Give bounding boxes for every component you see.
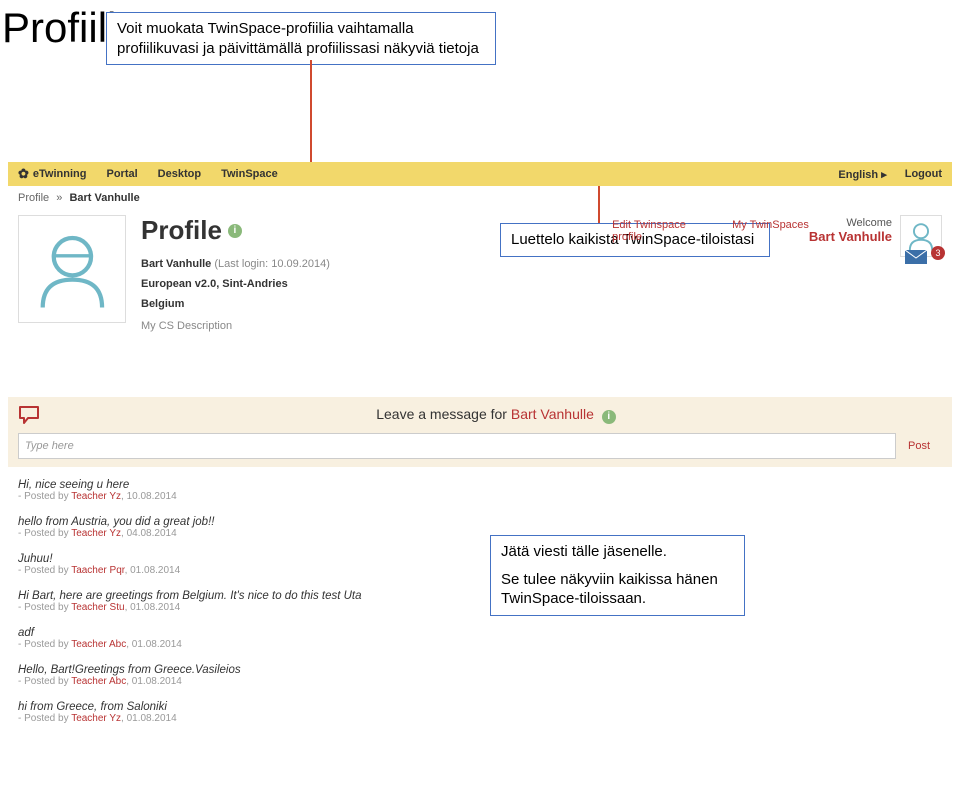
profile-name: Bart Vanhulle (141, 258, 211, 270)
message-text: Hi Bart, here are greetings from Belgium… (18, 590, 942, 602)
message-item: hello from Austria, you did a great job!… (18, 509, 942, 546)
message-date: 01.08.2014 (127, 713, 177, 724)
message-author[interactable]: Teacher Abc (71, 639, 126, 650)
nav-portal[interactable]: Portal (106, 168, 137, 180)
message-author[interactable]: Teacher Yz (71, 713, 121, 724)
welcome-name[interactable]: Bart Vanhulle (809, 229, 892, 244)
welcome-label: Welcome (809, 217, 892, 229)
breadcrumb-sep: » (52, 192, 66, 204)
message-date: 01.08.2014 (132, 676, 182, 687)
speech-bubble-icon (18, 405, 40, 425)
message-meta: - Posted by Teacher Abc, 01.08.2014 (18, 639, 942, 650)
profile-school: European v2.0, Sint-Andries (141, 278, 288, 290)
mail-icon[interactable] (905, 250, 927, 264)
message-meta: - Posted by Teacher Yz, 01.08.2014 (18, 713, 942, 724)
message-author[interactable]: Teacher Yz (71, 491, 121, 502)
message-text: hi from Greece, from Saloniki (18, 701, 942, 713)
messages-list: Hi, nice seeing u here- Posted by Teache… (8, 467, 952, 736)
message-item: Hello, Bart!Greetings from Greece.Vasile… (18, 657, 942, 694)
notification-badge[interactable]: 3 (931, 246, 945, 260)
message-text: hello from Austria, you did a great job!… (18, 516, 942, 528)
message-author[interactable]: Teacher Yz (71, 528, 121, 539)
message-item: adf- Posted by Teacher Abc, 01.08.2014 (18, 620, 942, 657)
breadcrumb-current: Bart Vanhulle (69, 192, 139, 204)
message-meta: - Posted by Taacher Pqr, 01.08.2014 (18, 565, 942, 576)
avatar-large (18, 215, 126, 323)
message-item: Hi Bart, here are greetings from Belgium… (18, 583, 942, 620)
welcome-block: Welcome Bart Vanhulle (809, 215, 892, 244)
message-date: 10.08.2014 (127, 491, 177, 502)
topnav: Portal Desktop TwinSpace (106, 168, 277, 180)
message-recipient: Bart Vanhulle (511, 406, 594, 422)
message-date: 04.08.2014 (127, 528, 177, 539)
annotation-edit-profile: Voit muokata TwinSpace-profiilia vaihtam… (106, 12, 496, 65)
breadcrumb: Profile » Bart Vanhulle (8, 186, 952, 210)
message-date: 01.08.2014 (130, 602, 180, 613)
profile-info: Profile i Bart Vanhulle (Last login: 10.… (126, 215, 612, 332)
message-meta: - Posted by Teacher Abc, 01.08.2014 (18, 676, 942, 687)
my-twinspaces-link[interactable]: My TwinSpaces (732, 219, 809, 243)
message-item: Hi, nice seeing u here- Posted by Teache… (18, 472, 942, 509)
logout-link[interactable]: Logout (905, 168, 942, 180)
edit-twinspace-profile-link[interactable]: Edit Twinspace profile (612, 219, 702, 243)
message-meta: - Posted by Teacher Stu, 01.08.2014 (18, 602, 942, 613)
message-item: hi from Greece, from Saloniki- Posted by… (18, 694, 942, 731)
topbar: ✿ eTwinning Portal Desktop TwinSpace Eng… (8, 162, 952, 186)
message-date: 01.08.2014 (130, 565, 180, 576)
profile-links: Edit Twinspace profile My TwinSpaces (612, 215, 809, 243)
lang-selector[interactable]: English ▸ (838, 168, 886, 181)
chevron-right-icon: ▸ (881, 169, 887, 181)
annotation-line-1 (310, 60, 312, 178)
message-text: adf (18, 627, 942, 639)
message-author[interactable]: Taacher Pqr (71, 565, 124, 576)
avatar-icon (30, 227, 115, 312)
profile-description: My CS Description (141, 320, 597, 332)
message-author[interactable]: Teacher Stu (71, 602, 124, 613)
message-author[interactable]: Teacher Abc (71, 676, 126, 687)
message-item: Juhuu!- Posted by Taacher Pqr, 01.08.201… (18, 546, 942, 583)
breadcrumb-profile[interactable]: Profile (18, 192, 49, 204)
message-text: Hi, nice seeing u here (18, 479, 942, 491)
avatar-small[interactable]: 3 (900, 215, 942, 257)
app-frame: ✿ eTwinning Portal Desktop TwinSpace Eng… (8, 162, 952, 736)
message-meta: - Posted by Teacher Yz, 04.08.2014 (18, 528, 942, 539)
message-text: Hello, Bart!Greetings from Greece.Vasile… (18, 664, 942, 676)
brand-text: eTwinning (33, 168, 87, 180)
message-meta: - Posted by Teacher Yz, 10.08.2014 (18, 491, 942, 502)
message-prompt: Leave a message for (376, 406, 511, 422)
profile-last-login: (Last login: 10.09.2014) (214, 258, 330, 270)
brand-logo[interactable]: ✿ eTwinning (18, 166, 86, 182)
post-button[interactable]: Post (896, 440, 942, 452)
brand-icon: ✿ (18, 166, 29, 182)
profile-heading: Profile (141, 215, 222, 246)
nav-desktop[interactable]: Desktop (158, 168, 201, 180)
info-icon[interactable]: i (228, 224, 242, 238)
message-text: Juhuu! (18, 553, 942, 565)
profile-country: Belgium (141, 298, 184, 310)
info-icon[interactable]: i (602, 410, 616, 424)
message-section: Leave a message for Bart Vanhulle i Type… (8, 397, 952, 467)
message-input[interactable]: Type here (18, 433, 896, 459)
nav-twinspace[interactable]: TwinSpace (221, 168, 278, 180)
profile-main: Profile i Bart Vanhulle (Last login: 10.… (8, 210, 952, 337)
message-date: 01.08.2014 (132, 639, 182, 650)
